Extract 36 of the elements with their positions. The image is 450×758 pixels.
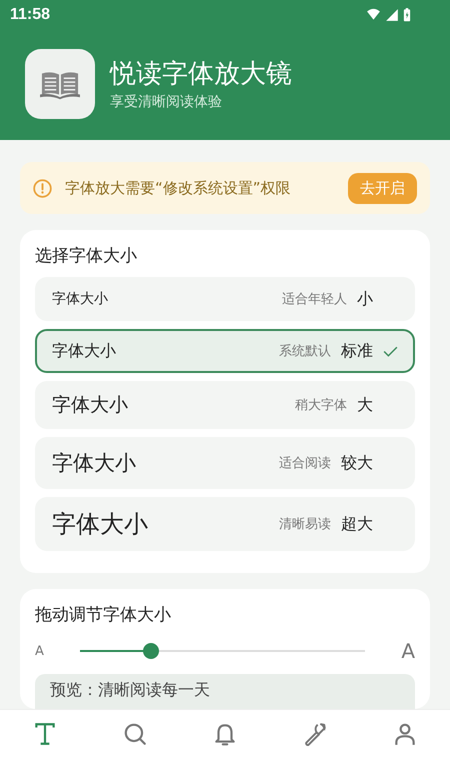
option-size: 小 — [357, 288, 373, 310]
option-label: 字体大小 — [52, 393, 129, 418]
small-a-label: A — [35, 644, 45, 658]
font-size-option[interactable]: 字体大小 清晰易读 超大 — [35, 497, 415, 551]
font-size-option[interactable]: 字体大小 稍大字体 大 — [35, 381, 415, 429]
font-size-option[interactable]: 字体大小 适合年轻人 小 — [35, 277, 415, 321]
option-size: 超大 — [341, 514, 373, 534]
large-a-label: A — [400, 639, 415, 663]
option-hint: 稍大字体 — [295, 397, 347, 414]
battery-icon — [402, 7, 412, 23]
font-size-option[interactable]: 字体大小 系统默认 标准 — [35, 329, 415, 373]
option-hint: 适合阅读 — [279, 455, 331, 472]
wrench-icon[interactable] — [302, 721, 328, 747]
app-subtitle: 享受清晰阅读体验 — [110, 93, 223, 111]
option-label: 字体大小 — [52, 340, 117, 362]
font-size-option[interactable]: 字体大小 适合阅读 较大 — [35, 437, 415, 489]
option-size: 大 — [357, 394, 373, 416]
section-title: 拖动调节字体大小 — [35, 604, 172, 626]
wifi-icon — [365, 8, 382, 22]
status-time: 11:58 — [10, 6, 50, 24]
option-size: 标准 — [341, 340, 373, 362]
option-label: 字体大小 — [52, 290, 109, 308]
option-size: 较大 — [341, 452, 373, 474]
app-title: 悦读字体放大镜 — [110, 58, 292, 91]
option-hint: 适合年轻人 — [282, 291, 347, 308]
warning-icon — [32, 178, 53, 198]
option-label: 字体大小 — [52, 450, 137, 477]
section-title: 选择字体大小 — [35, 245, 138, 267]
option-hint: 清晰易读 — [279, 516, 331, 533]
notice-text: 字体放大需要“修改系统设置”权限 — [65, 178, 292, 198]
option-label: 字体大小 — [52, 509, 149, 540]
preview-text: 预览：清晰阅读每一天 — [50, 680, 210, 699]
option-hint: 系统默认 — [279, 343, 331, 360]
signal-icon — [385, 8, 399, 22]
search-icon[interactable] — [122, 721, 148, 747]
slider-thumb[interactable] — [143, 643, 160, 659]
